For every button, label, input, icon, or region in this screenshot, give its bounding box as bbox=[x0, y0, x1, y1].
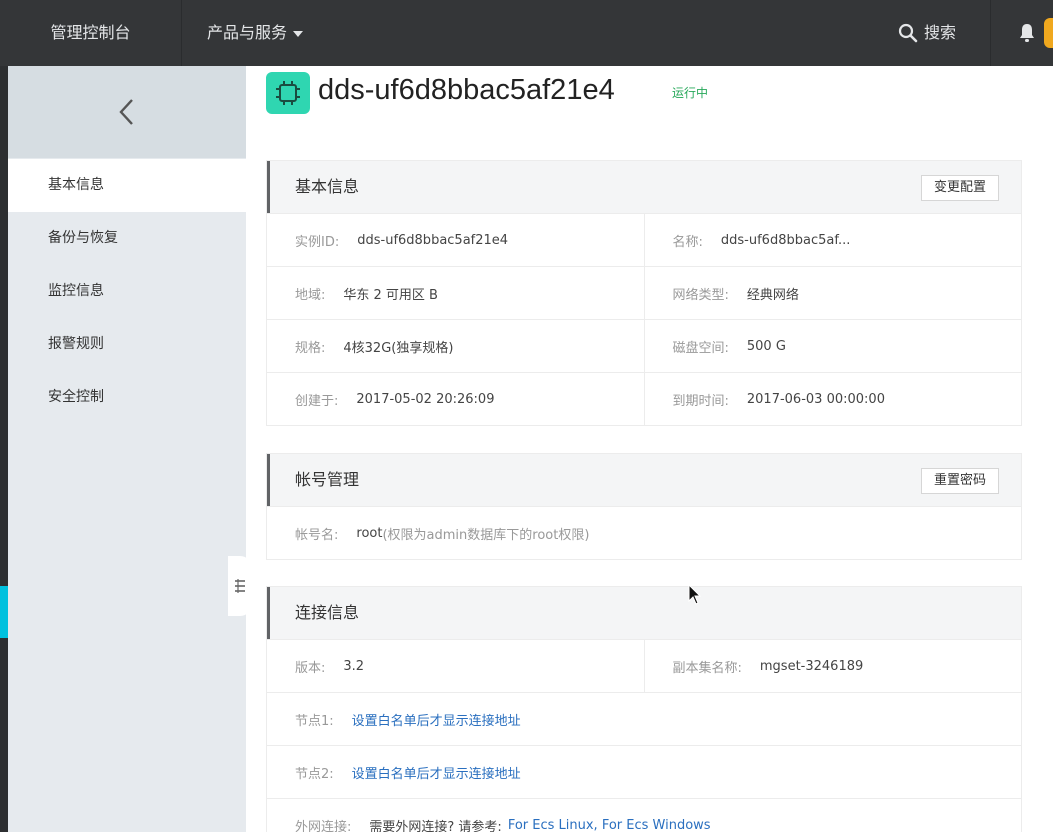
info-cell: 节点1: 设置白名单后才显示连接地址 bbox=[267, 693, 1021, 745]
info-cell: 地域: 华东 2 可用区 B bbox=[267, 267, 644, 319]
sidebar-item-security[interactable]: 安全控制 bbox=[8, 371, 246, 424]
sidebar-collapse-toggle[interactable] bbox=[228, 556, 252, 616]
field-value: 500 G bbox=[746, 338, 786, 354]
status-badge: 运行中 bbox=[672, 86, 709, 100]
search-icon bbox=[898, 23, 918, 43]
chevron-down-icon bbox=[293, 30, 304, 37]
info-row: 地域: 华东 2 可用区 B 网络类型: 经典网络 bbox=[267, 266, 1021, 319]
field-label: 地域: bbox=[295, 287, 326, 303]
account-permission-hint: (权限为admin数据库下的root权限) bbox=[382, 527, 590, 543]
reset-password-button[interactable]: 重置密码 bbox=[920, 468, 999, 494]
info-row: 节点2: 设置白名单后才显示连接地址 bbox=[267, 745, 1021, 798]
info-cell: 名称: dds-uf6d8bbac5af... bbox=[643, 214, 1022, 266]
field-label: 节点2: bbox=[295, 766, 334, 782]
info-cell: 实例ID: dds-uf6d8bbac5af21e4 bbox=[267, 214, 644, 266]
info-cell: 节点2: 设置白名单后才显示连接地址 bbox=[267, 746, 1021, 798]
top-bar: 管理控制台 产品与服务 搜索 bbox=[0, 0, 1053, 66]
info-cell: 外网连接: 需要外网连接? 请参考: For Ecs Linux, For Ecs … bbox=[267, 799, 1021, 832]
info-row: 版本: 3.2 副本集名称: mgset-3246189 bbox=[267, 639, 1021, 692]
info-row: 创建于: 2017-05-02 20:26:09 到期时间: 2017-06-03 … bbox=[267, 372, 1021, 425]
panel-header: 帐号管理 重置密码 bbox=[267, 454, 1021, 506]
field-label: 帐号名: bbox=[295, 527, 339, 543]
search-label: 搜索 bbox=[924, 23, 957, 42]
field-label: 创建于: bbox=[295, 393, 339, 409]
field-value: 4核32G(独享规格) bbox=[343, 340, 454, 356]
node1-whitelist-link[interactable]: 设置白名单后才显示连接地址 bbox=[352, 710, 521, 729]
info-row: 实例ID: dds-uf6d8bbac5af21e4 名称: dds-uf6d8bb… bbox=[267, 213, 1021, 266]
sidebar-item-basic-info[interactable]: 基本信息 bbox=[8, 159, 246, 212]
page-title: dds-uf6d8bbac5af21e4 bbox=[318, 74, 615, 106]
replica-set-value: mgset-3246189 bbox=[759, 658, 864, 674]
field-value: dds-uf6d8bbac5af... bbox=[720, 232, 851, 248]
field-label: 名称: bbox=[672, 234, 703, 250]
field-label: 节点1: bbox=[295, 713, 334, 729]
external-connection-text: 需要外网连接? 请参考: bbox=[369, 819, 502, 832]
avatar[interactable] bbox=[1044, 18, 1053, 48]
sidebar-item-alarm-rules[interactable]: 报警规则 bbox=[8, 318, 246, 371]
info-cell: 规格: 4核32G(独享规格) bbox=[267, 320, 644, 372]
sidebar-item-monitoring[interactable]: 监控信息 bbox=[8, 265, 246, 318]
instance-icon bbox=[266, 72, 310, 114]
change-config-button[interactable]: 变更配置 bbox=[920, 175, 999, 201]
info-cell: 版本: 3.2 bbox=[267, 640, 644, 692]
field-value: 华东 2 可用区 B bbox=[343, 287, 438, 303]
field-label: 版本: bbox=[295, 660, 326, 676]
console-home-link[interactable]: 管理控制台 bbox=[0, 0, 182, 66]
info-cell: 磁盘空间: 500 G bbox=[643, 320, 1022, 372]
panel-title: 连接信息 bbox=[295, 603, 360, 622]
database-chip-icon bbox=[276, 81, 300, 105]
info-cell: 帐号名: root (权限为admin数据库下的root权限) bbox=[267, 507, 1021, 559]
field-label: 外网连接: bbox=[295, 819, 352, 832]
search-button[interactable]: 搜索 bbox=[898, 0, 956, 66]
node2-whitelist-link[interactable]: 设置白名单后才显示连接地址 bbox=[352, 763, 521, 782]
account-name-value: root bbox=[356, 525, 383, 541]
field-value: 2017-06-03 00:00:00 bbox=[746, 391, 885, 407]
account-panel: 帐号管理 重置密码 帐号名: root (权限为admin数据库下的root权限… bbox=[266, 453, 1022, 560]
mouse-cursor-icon bbox=[688, 584, 702, 605]
panel-header: 基本信息 变更配置 bbox=[267, 161, 1021, 213]
list-icon bbox=[235, 579, 245, 593]
sidebar: 基本信息 备份与恢复 监控信息 报警规则 安全控制 bbox=[8, 66, 246, 832]
field-value: dds-uf6d8bbac5af21e4 bbox=[357, 232, 509, 248]
field-label: 副本集名称: bbox=[672, 660, 742, 676]
bell-icon[interactable] bbox=[1016, 22, 1038, 44]
connection-panel: 连接信息 版本: 3.2 副本集名称: mgset-3246189 节点1: 设置白名… bbox=[266, 586, 1022, 832]
left-product-strip bbox=[0, 66, 8, 832]
sidebar-menu: 基本信息 备份与恢复 监控信息 报警规则 安全控制 bbox=[8, 159, 246, 424]
info-row: 规格: 4核32G(独享规格) 磁盘空间: 500 G bbox=[267, 319, 1021, 372]
back-button[interactable] bbox=[8, 66, 246, 158]
panel-title: 帐号管理 bbox=[295, 470, 360, 489]
field-label: 到期时间: bbox=[672, 393, 729, 409]
products-menu-label: 产品与服务 bbox=[207, 23, 288, 42]
field-label: 网络类型: bbox=[672, 287, 729, 303]
external-connection-docs-link[interactable]: For Ecs Linux, For Ecs Windows bbox=[508, 818, 711, 832]
info-cell: 到期时间: 2017-06-03 00:00:00 bbox=[643, 373, 1022, 425]
active-indicator bbox=[0, 586, 8, 638]
info-cell: 创建于: 2017-05-02 20:26:09 bbox=[267, 373, 644, 425]
info-row: 外网连接: 需要外网连接? 请参考: For Ecs Linux, For Ecs … bbox=[267, 798, 1021, 832]
version-value: 3.2 bbox=[343, 658, 365, 674]
info-row: 节点1: 设置白名单后才显示连接地址 bbox=[267, 692, 1021, 745]
field-label: 实例ID: bbox=[295, 234, 340, 250]
field-value: 经典网络 bbox=[746, 287, 799, 303]
field-label: 磁盘空间: bbox=[672, 340, 729, 356]
products-menu[interactable]: 产品与服务 bbox=[207, 0, 304, 66]
panel-title: 基本信息 bbox=[295, 177, 360, 196]
field-label: 规格: bbox=[295, 340, 326, 356]
basic-info-panel: 基本信息 变更配置 实例ID: dds-uf6d8bbac5af21e4 名称: d… bbox=[266, 160, 1022, 426]
info-row: 帐号名: root (权限为admin数据库下的root权限) bbox=[267, 506, 1021, 559]
sidebar-item-backup-restore[interactable]: 备份与恢复 bbox=[8, 212, 246, 265]
divider bbox=[990, 0, 991, 66]
info-cell: 副本集名称: mgset-3246189 bbox=[643, 640, 1022, 692]
info-cell: 网络类型: 经典网络 bbox=[643, 267, 1022, 319]
chevron-left-icon bbox=[119, 99, 133, 125]
panel-header: 连接信息 bbox=[267, 587, 1021, 639]
field-value: 2017-05-02 20:26:09 bbox=[356, 391, 495, 407]
